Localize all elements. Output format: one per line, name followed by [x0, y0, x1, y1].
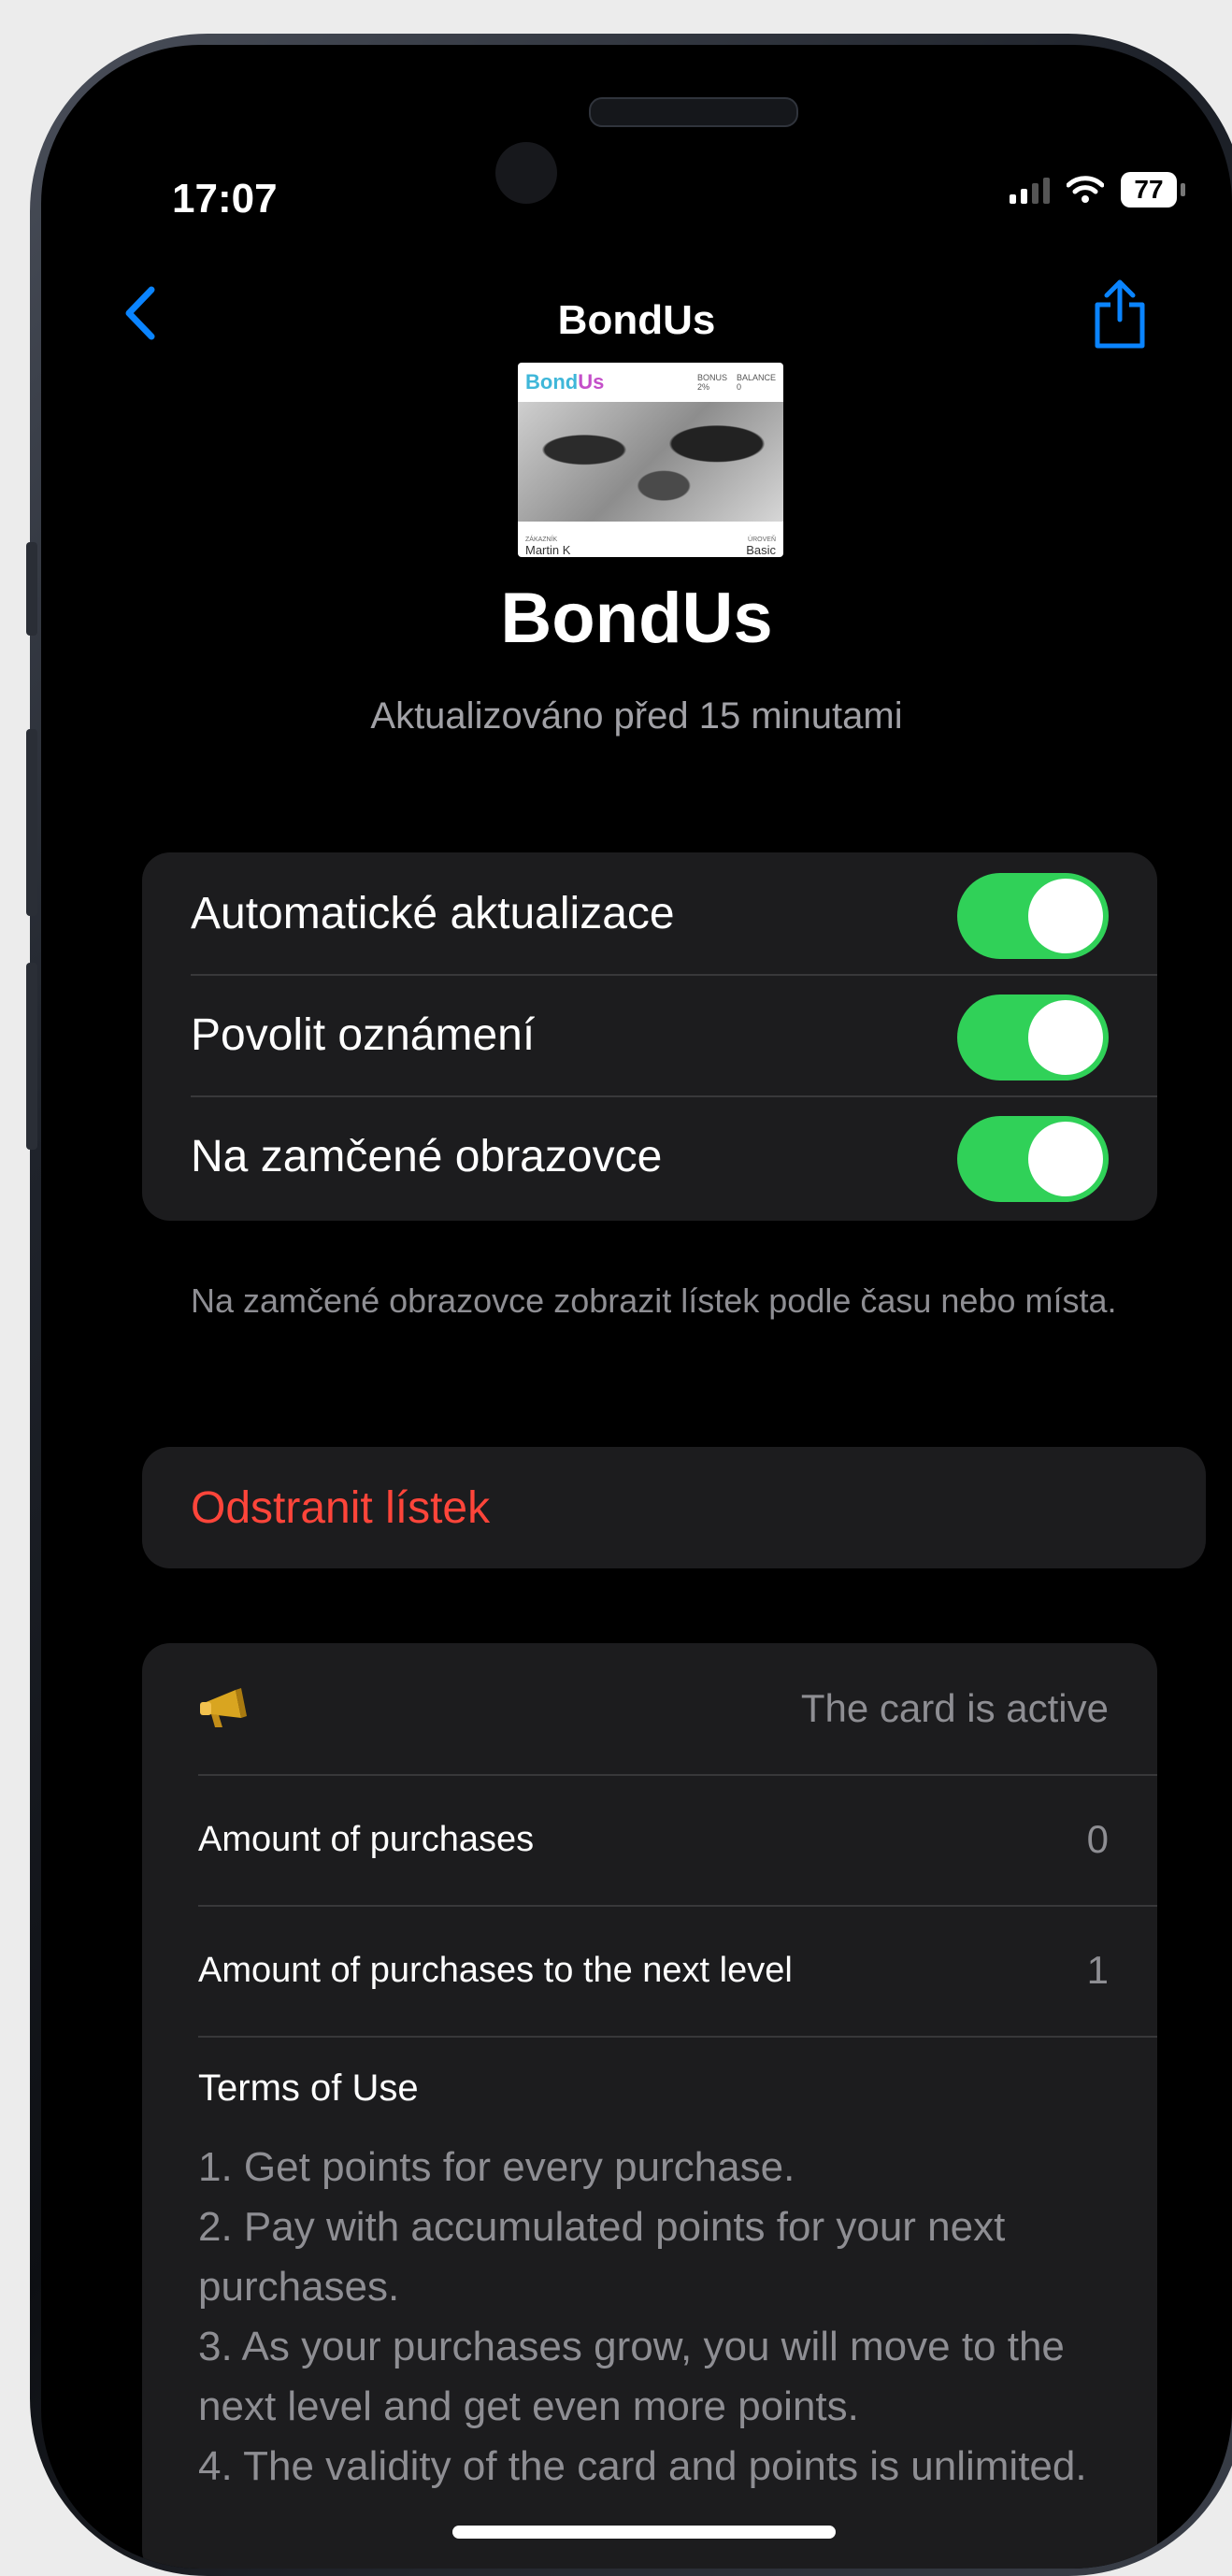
pass-details-group: The card is active Amount of purchases 0… — [142, 1643, 1157, 2569]
pass-footer: ZÁKAZNÍK Martin K ÚROVEŇ Basic — [525, 537, 776, 557]
toggle-label: Na zamčené obrazovce — [191, 1131, 663, 1181]
battery-cap — [1181, 183, 1185, 196]
detail-row-purchases: Amount of purchases 0 — [142, 1774, 1157, 1905]
battery-icon: 77 — [1121, 172, 1177, 208]
toggle-row-lock-screen: Na zamčené obrazovce — [142, 1095, 1157, 1217]
delete-pass-label: Odstranit lístek — [191, 1482, 491, 1533]
terms-of-use-section: Terms of Use 1. Get points for every pur… — [142, 2036, 1157, 2497]
terms-line: 4. The validity of the card and points i… — [198, 2443, 1087, 2489]
toggle-label: Povolit oznámení — [191, 1009, 536, 1060]
pass-photo — [518, 402, 783, 522]
status-time: 17:07 — [172, 176, 278, 222]
cellular-signal-icon — [1010, 176, 1050, 204]
detail-label: Amount of purchases — [198, 1819, 535, 1859]
pass-logo: BondUs — [525, 370, 605, 394]
share-icon[interactable] — [1092, 279, 1148, 350]
nav-title: BondUs — [557, 297, 716, 343]
pass-thumbnail[interactable]: BondUs BONUS 2% BALANCE 0 ZÁKAZNÍK Martin K… — [518, 363, 783, 557]
delete-pass-button[interactable]: Odstranit lístek — [142, 1447, 1206, 1568]
home-indicator[interactable] — [452, 2526, 836, 2539]
terms-line: 1. Get points for every purchase. — [198, 2144, 795, 2190]
detail-value: 1 — [1086, 1948, 1109, 1992]
settings-toggles-group: Automatické aktualizace Povolit oznámení… — [142, 852, 1157, 1221]
terms-line: 3. As your purchases grow, you will move… — [198, 2324, 1065, 2429]
megaphone-icon — [200, 1688, 247, 1727]
page-title: BondUs — [500, 579, 773, 658]
terms-title: Terms of Use — [198, 2068, 419, 2109]
front-camera — [495, 142, 557, 204]
card-status-text: The card is active — [800, 1686, 1109, 1730]
volume-up-button — [26, 729, 37, 916]
pass-customer-name: Martin K — [525, 543, 571, 557]
lock-screen-footnote: Na zamčené obrazovce zobrazit lístek pod… — [191, 1281, 1117, 1320]
screen: 17:07 77 BondUs BondUs BONUS 2% BALANCE 0 — [41, 45, 1232, 2569]
auto-updates-switch[interactable] — [957, 873, 1109, 959]
wifi-icon — [1067, 176, 1104, 203]
notifications-switch[interactable] — [957, 995, 1109, 1080]
earpiece-speaker — [589, 97, 798, 127]
detail-row-next-level: Amount of purchases to the next level 1 — [142, 1905, 1157, 2036]
updated-timestamp: Aktualizováno před 15 minutami — [370, 695, 903, 737]
toggle-row-auto-updates: Automatické aktualizace — [142, 852, 1157, 974]
pass-header-fields: BONUS 2% BALANCE 0 — [696, 373, 776, 392]
toggle-row-notifications: Povolit oznámení — [142, 974, 1157, 1095]
pass-header: BondUs BONUS 2% BALANCE 0 — [518, 363, 783, 402]
terms-line: 2. Pay with accumulated points for your … — [198, 2204, 1006, 2310]
volume-down-button — [26, 963, 37, 1150]
detail-label: Amount of purchases to the next level — [198, 1950, 793, 1990]
mute-switch — [26, 542, 37, 636]
pass-level: Basic — [746, 543, 776, 557]
detail-value: 0 — [1086, 1817, 1109, 1861]
terms-text: 1. Get points for every purchase. 2. Pay… — [198, 2138, 1109, 2497]
card-status-row: The card is active — [142, 1643, 1157, 1774]
toggle-label: Automatické aktualizace — [191, 888, 675, 938]
status-icons: 77 — [1010, 172, 1185, 208]
lock-screen-switch[interactable] — [957, 1116, 1109, 1202]
